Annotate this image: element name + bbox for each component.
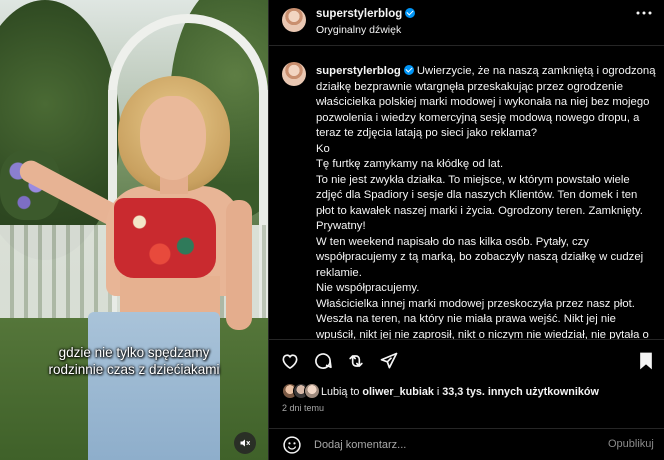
caption-paragraph: To nie jest zwykła działka. To miejsce, … [316,173,643,233]
video-subtitle-line: rodzinnie czas z dziećiakami [48,362,220,377]
more-horizontal-icon [636,11,652,15]
send-icon [380,352,398,369]
comment-icon [315,353,332,369]
caption-username[interactable]: superstylerblog [316,65,401,77]
audio-label[interactable]: Oryginalny dźwięk [316,24,401,36]
post-caption: superstylerblog Uwierzycie, że na naszą … [316,64,656,339]
post-comment-button[interactable]: Opublikuj [608,438,654,450]
comment-button[interactable] [312,350,334,372]
action-bar [269,339,664,383]
emoji-button[interactable] [282,435,302,455]
caption-paragraph: superstylerblog Uwierzycie, że na naszą … [316,64,656,142]
more-options-button[interactable] [633,6,655,26]
comment-input[interactable] [314,436,594,454]
post-date[interactable]: 2 dni temu [282,403,324,413]
comment-composer: Opublikuj [269,428,664,460]
likes-summary[interactable]: Lubią to oliwer_kubiak i 33,3 tys. innyc… [282,383,652,401]
person-arm [226,200,252,330]
like-button[interactable] [279,350,301,372]
save-button[interactable] [635,350,657,372]
share-icon [349,355,363,367]
heart-icon [282,354,298,370]
video-subtitle-line: gdzie nie tylko spędzamy [58,345,210,360]
verified-badge-icon [405,8,416,18]
emoji-icon [283,436,301,454]
send-button[interactable] [378,350,400,372]
mute-button[interactable] [234,432,256,454]
liker-avatar [304,383,320,399]
likes-count[interactable]: 33,3 tys. innych użytkowników [442,386,599,398]
author-username-text[interactable]: superstylerblog [316,8,402,20]
share-button[interactable] [345,350,367,372]
person-face [140,96,206,180]
bookmark-icon [640,352,652,370]
speaker-muted-icon [240,439,250,447]
avatar[interactable] [282,8,306,32]
likes-text: Lubią to oliwer_kubiak i 33,3 tys. innyc… [321,386,599,398]
likes-middle: i [436,386,440,398]
person-jeans [88,312,220,460]
caption-paragraph: Tę furtkę zamykamy na kłódkę od lat. [316,158,504,170]
post-video[interactable]: gdzie nie tylko spędzamy rodzinnie czas … [0,0,268,460]
post-details-panel: superstylerblog Oryginalny dźwięk supers… [268,0,664,460]
caption-paragraph: W ten weekend napisało do nas kilka osób… [316,235,644,279]
caption-paragraph: Ko [316,142,330,155]
post-header: superstylerblog Oryginalny dźwięk [269,0,664,46]
caption-avatar[interactable] [282,62,306,86]
person-scarf-top [114,198,216,278]
liker-username[interactable]: oliwer_kubiak [362,386,433,398]
verified-badge-icon [403,65,414,75]
caption-paragraph: Nie współpracujemy. [316,282,420,294]
caption-paragraph: Właścicielka innej marki modowej przesko… [316,297,649,340]
author-username[interactable]: superstylerblog [316,8,416,20]
likes-prefix: Lubią to [321,386,360,398]
